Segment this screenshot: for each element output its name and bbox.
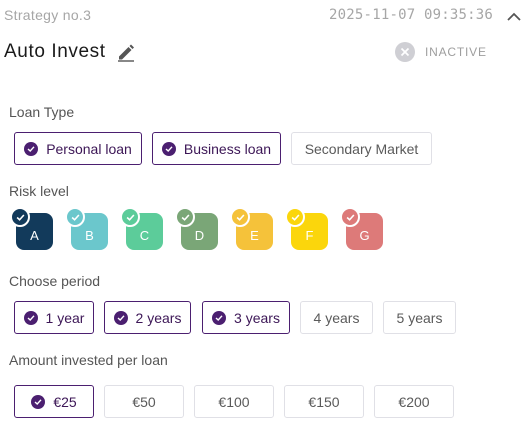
- risk-level-letter: F: [305, 228, 314, 243]
- strategy-timestamp: 2025-11-07 09:35:36: [329, 7, 493, 23]
- chip-label: €150: [308, 393, 340, 410]
- pencil-icon: [117, 44, 134, 62]
- edit-button[interactable]: [116, 42, 136, 62]
- risk-level-letter: A: [30, 228, 39, 243]
- title-row: Auto Invest: [4, 40, 136, 64]
- check-icon: [31, 394, 46, 409]
- chip-label: €200: [398, 393, 430, 410]
- chip-label: 4 years: [313, 309, 360, 326]
- loan-type-personal[interactable]: Personal loan: [14, 132, 142, 165]
- check-icon: [230, 207, 250, 227]
- strategy-header: Strategy no.3 2025-11-07 09:35:36: [4, 7, 523, 25]
- loan-type-business[interactable]: Business loan: [152, 132, 281, 165]
- risk-level-letter: B: [85, 228, 94, 243]
- status-text: INACTIVE: [425, 45, 487, 59]
- period-options: 1 year 2 years 3 years 4 years 5 years: [14, 301, 456, 334]
- period-1-year[interactable]: 1 year: [14, 301, 94, 334]
- chip-label: Personal loan: [46, 140, 132, 157]
- risk-level-g[interactable]: G: [340, 207, 383, 250]
- check-icon: [175, 207, 195, 227]
- chevron-up-icon: [507, 12, 521, 21]
- loan-type-label: Loan Type: [9, 104, 75, 120]
- chip-label: 5 years: [396, 309, 443, 326]
- period-4-years[interactable]: 4 years: [300, 301, 373, 334]
- risk-level-letter: D: [194, 228, 205, 243]
- chip-label: €25: [53, 393, 77, 410]
- check-icon: [113, 310, 128, 325]
- risk-level-f[interactable]: F: [285, 207, 328, 250]
- status-x-icon: [395, 42, 415, 62]
- status-toggle[interactable]: INACTIVE: [395, 42, 487, 62]
- chip-label: €50: [132, 393, 156, 410]
- amount-label: Amount invested per loan: [9, 352, 168, 368]
- period-3-years[interactable]: 3 years: [202, 301, 290, 334]
- loan-type-options: Personal loan Business loan Secondary Ma…: [14, 132, 432, 165]
- period-label: Choose period: [9, 273, 101, 289]
- check-icon: [285, 207, 305, 227]
- amount-200[interactable]: €200: [374, 385, 454, 418]
- check-icon: [340, 207, 360, 227]
- chip-label: €100: [218, 393, 250, 410]
- check-icon: [24, 141, 39, 156]
- check-icon: [65, 207, 85, 227]
- chip-label: 2 years: [135, 309, 182, 326]
- amount-50[interactable]: €50: [104, 385, 184, 418]
- page-title: Auto Invest: [4, 41, 106, 62]
- amount-100[interactable]: €100: [194, 385, 274, 418]
- strategy-number: Strategy no.3: [4, 7, 92, 23]
- risk-level-a[interactable]: A: [10, 207, 53, 250]
- chip-label: 1 year: [45, 309, 85, 326]
- risk-level-letter: G: [359, 228, 370, 243]
- risk-level-e[interactable]: E: [230, 207, 273, 250]
- risk-level-letter: E: [250, 228, 259, 243]
- risk-level-b[interactable]: B: [65, 207, 108, 250]
- risk-level-letter: C: [139, 228, 150, 243]
- amount-options: €25 €50 €100 €150 €200: [14, 385, 454, 418]
- check-icon: [212, 310, 227, 325]
- risk-level-label: Risk level: [9, 183, 69, 199]
- check-icon: [23, 310, 38, 325]
- risk-level-c[interactable]: C: [120, 207, 163, 250]
- risk-level-d[interactable]: D: [175, 207, 218, 250]
- chip-label: Secondary Market: [304, 140, 419, 157]
- chip-label: Business loan: [183, 140, 272, 157]
- collapse-button[interactable]: [505, 7, 523, 25]
- loan-type-secondary-market[interactable]: Secondary Market: [291, 132, 432, 165]
- period-2-years[interactable]: 2 years: [104, 301, 191, 334]
- check-icon: [10, 207, 30, 227]
- check-icon: [120, 207, 140, 227]
- check-icon: [161, 141, 176, 156]
- chip-label: 3 years: [234, 309, 280, 326]
- amount-25[interactable]: €25: [14, 385, 94, 418]
- period-5-years[interactable]: 5 years: [383, 301, 456, 334]
- amount-150[interactable]: €150: [284, 385, 364, 418]
